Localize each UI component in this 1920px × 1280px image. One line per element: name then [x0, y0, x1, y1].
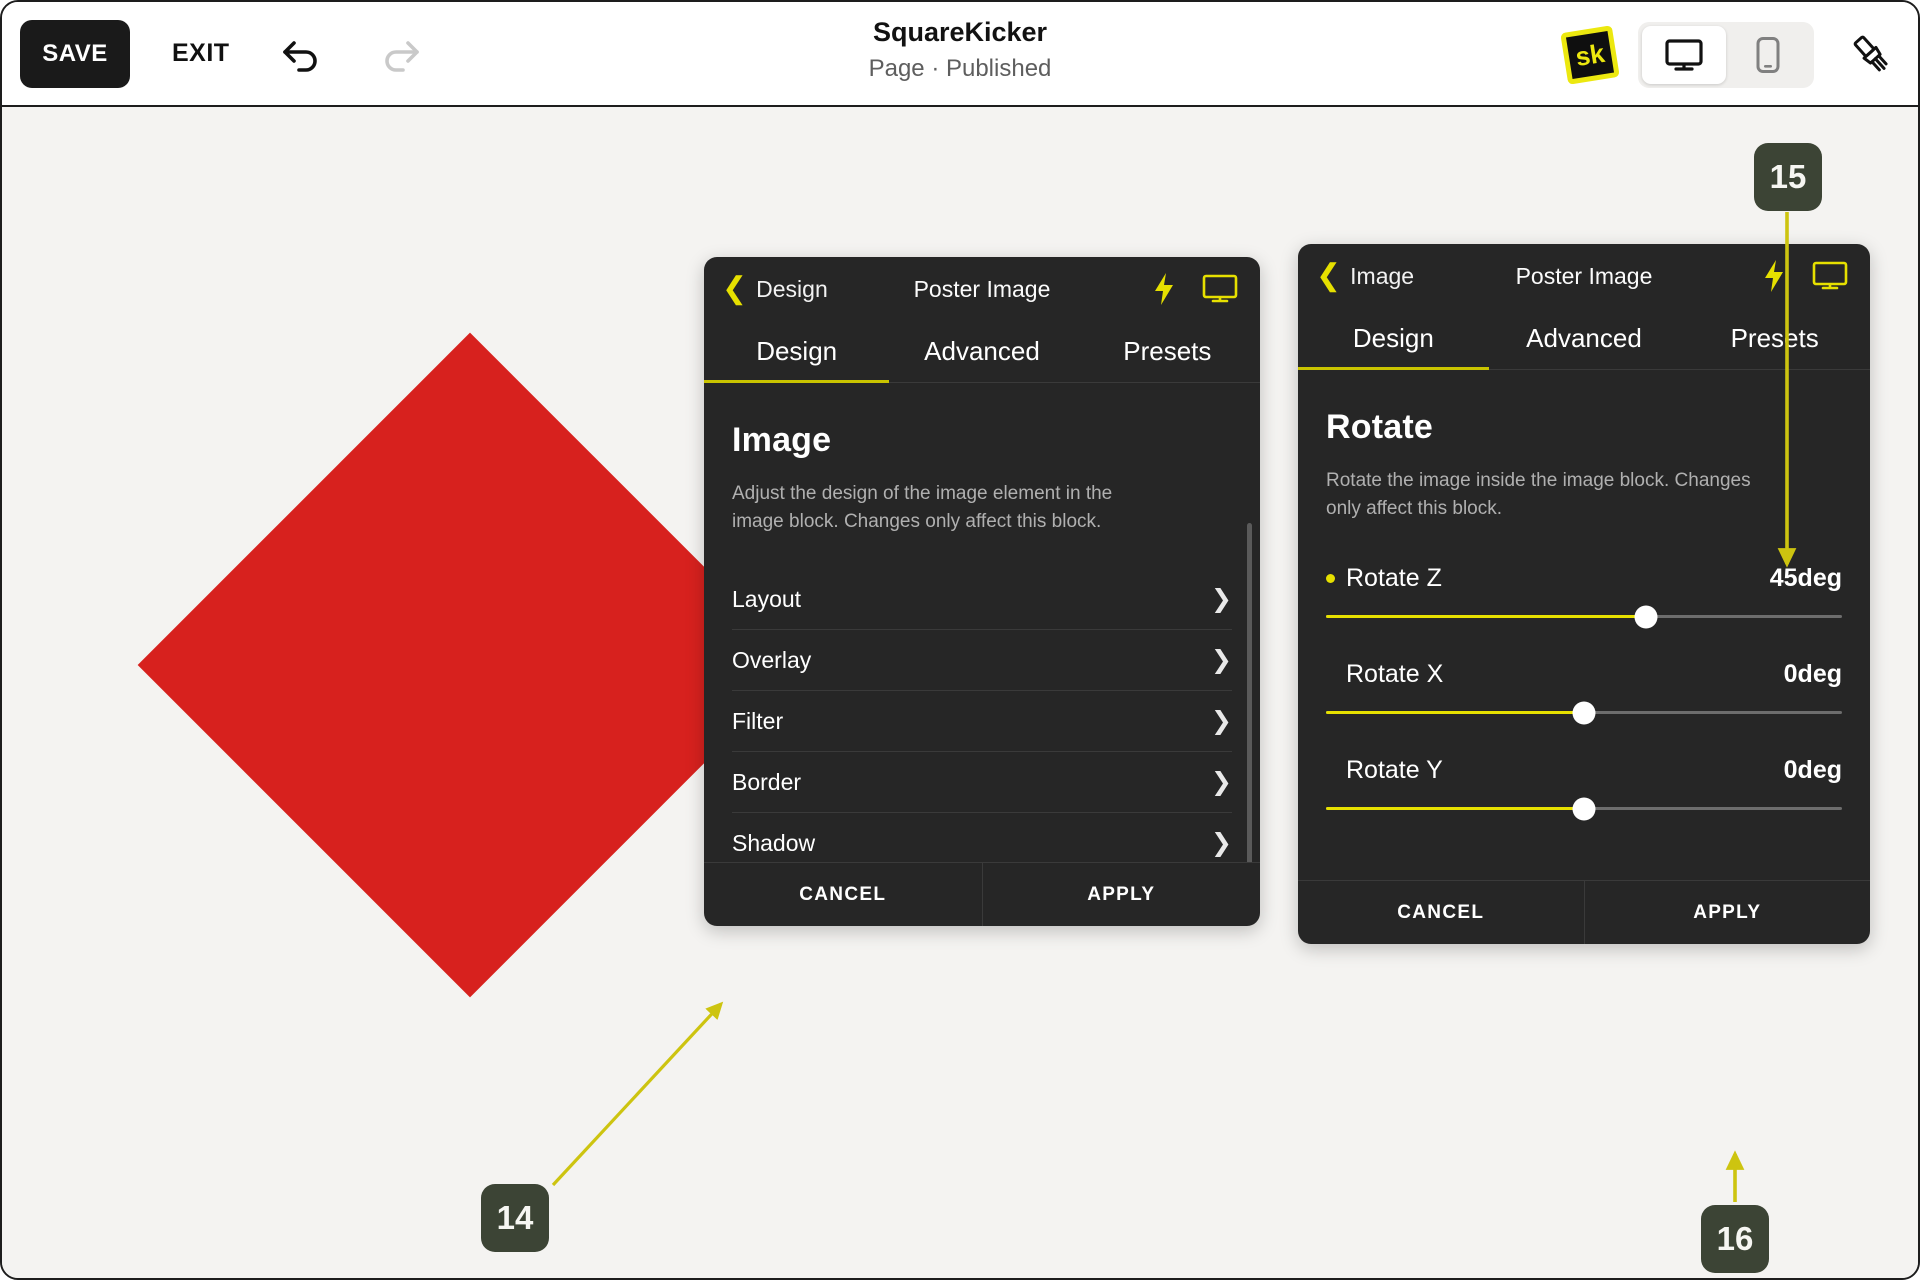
list-item-overlay[interactable]: Overlay ❯ [732, 630, 1232, 692]
toolbar-right-group: sk [1560, 2, 1902, 107]
chevron-right-icon: ❯ [1211, 768, 1232, 797]
slider-knob[interactable] [1572, 701, 1596, 725]
slider-fill [1326, 711, 1584, 715]
list-item-label: Shadow [732, 829, 816, 856]
annotation-badge-15: 15 [1754, 143, 1822, 211]
slider-track[interactable] [1326, 797, 1842, 821]
back-label: Image [1350, 262, 1415, 289]
mobile-phone-icon[interactable] [1726, 26, 1810, 84]
slider-fill [1326, 615, 1646, 619]
slider-rotate-z: Rotate Z 45deg [1326, 564, 1842, 629]
desktop-monitor-icon[interactable] [1642, 25, 1726, 84]
slider-track[interactable] [1326, 701, 1842, 725]
modified-dot-icon [1326, 574, 1335, 584]
back-label: Design [756, 275, 828, 302]
slider-header: Rotate Z 45deg [1326, 564, 1842, 593]
lightning-bolt-icon[interactable] [1762, 259, 1786, 293]
paintbrush-icon[interactable] [1842, 25, 1902, 85]
panel-footer: CANCEL APPLY [704, 862, 1260, 926]
tab-advanced[interactable]: Advanced [889, 321, 1074, 382]
device-preview-toggle[interactable] [1638, 21, 1814, 88]
panel-tabs: Design Advanced Presets [1298, 308, 1870, 370]
chevron-right-icon: ❯ [1211, 829, 1232, 858]
panel-tabs: Design Advanced Presets [704, 321, 1260, 383]
slider-track[interactable] [1326, 605, 1842, 629]
poster-image-diamond[interactable] [137, 332, 803, 998]
slider-label: Rotate Y [1346, 756, 1443, 785]
section-title: Image [732, 421, 832, 459]
squarekicker-logo-icon[interactable]: sk [1560, 24, 1620, 85]
cancel-button[interactable]: CANCEL [704, 863, 982, 926]
panel-body[interactable]: Image Adjust the design of the image ele… [704, 383, 1260, 862]
list-item-label: Overlay [732, 646, 812, 673]
slider-rotate-x: Rotate X 0deg [1326, 660, 1842, 725]
redo-arrow-icon[interactable] [374, 28, 426, 80]
back-to-image-button[interactable]: ❮ Image [1316, 261, 1414, 291]
panel-header-icons [1152, 272, 1238, 306]
exit-button[interactable]: EXIT [172, 39, 230, 68]
slider-value: 0deg [1783, 756, 1842, 785]
panel-scrollbar[interactable] [1247, 523, 1252, 862]
rotate-panel: ❮ Image Poster Image Design Advanced Pre… [1298, 244, 1870, 944]
tab-advanced[interactable]: Advanced [1489, 308, 1680, 369]
back-to-design-button[interactable]: ❮ Design [722, 274, 828, 304]
slider-header: Rotate Y 0deg [1326, 756, 1842, 785]
modified-dot-icon [1326, 766, 1335, 775]
slider-value: 0deg [1783, 660, 1842, 689]
annotation-badge-14: 14 [481, 1184, 549, 1252]
apply-button[interactable]: APPLY [1583, 881, 1871, 944]
annotation-badge-16: 16 [1701, 1205, 1769, 1273]
list-item-layout[interactable]: Layout ❯ [732, 569, 1232, 631]
chevron-left-icon: ❮ [722, 272, 748, 305]
modified-dot-icon [1326, 670, 1335, 679]
tab-presets[interactable]: Presets [1679, 308, 1870, 369]
desktop-monitor-icon[interactable] [1202, 274, 1238, 304]
section-description: Adjust the design of the image element i… [732, 483, 1113, 532]
chevron-right-icon: ❯ [1211, 707, 1232, 736]
list-item-shadow[interactable]: Shadow ❯ [732, 813, 1232, 862]
list-item-label: Filter [732, 707, 784, 734]
slider-label: Rotate Z [1346, 564, 1442, 593]
slider-value: 45deg [1769, 564, 1842, 593]
app-window: SAVE EXIT SquareKicker Page · Published … [0, 0, 1920, 1280]
list-item-filter[interactable]: Filter ❯ [732, 691, 1232, 753]
panel-header: ❮ Image Poster Image [1298, 244, 1870, 308]
tab-presets[interactable]: Presets [1075, 321, 1260, 382]
section-title: Rotate [1326, 408, 1433, 446]
slider-header: Rotate X 0deg [1326, 660, 1842, 689]
chevron-left-icon: ❮ [1316, 259, 1342, 292]
image-design-panel: ❮ Design Poster Image Design Advanced Pr… [704, 257, 1260, 926]
slider-label: Rotate X [1346, 660, 1444, 689]
section-description: Rotate the image inside the image block.… [1326, 470, 1751, 519]
panel-footer: CANCEL APPLY [1298, 880, 1870, 944]
list-item-label: Border [732, 768, 802, 795]
panel-header-icons [1762, 259, 1848, 293]
top-toolbar: SAVE EXIT SquareKicker Page · Published … [2, 2, 1918, 107]
list-item-border[interactable]: Border ❯ [732, 752, 1232, 814]
slider-rotate-y: Rotate Y 0deg [1326, 756, 1842, 821]
design-options-list: Layout ❯ Overlay ❯ Filter ❯ Border ❯ Sha… [732, 569, 1232, 862]
chevron-right-icon: ❯ [1211, 585, 1232, 614]
lightning-bolt-icon[interactable] [1152, 272, 1176, 306]
slider-fill [1326, 807, 1584, 811]
apply-button[interactable]: APPLY [981, 863, 1261, 926]
panel-body: Rotate Rotate the image inside the image… [1298, 370, 1870, 880]
tab-design[interactable]: Design [704, 321, 890, 383]
cancel-button[interactable]: CANCEL [1298, 881, 1584, 944]
panel-header: ❮ Design Poster Image [704, 257, 1260, 321]
list-item-label: Layout [732, 585, 802, 612]
logo-text: sk [1573, 36, 1607, 72]
chevron-right-icon: ❯ [1211, 646, 1232, 675]
undo-arrow-icon[interactable] [276, 28, 328, 80]
slider-knob[interactable] [1634, 605, 1658, 629]
tab-design[interactable]: Design [1298, 308, 1489, 370]
slider-knob[interactable] [1572, 797, 1596, 821]
desktop-monitor-icon[interactable] [1812, 261, 1848, 291]
save-button[interactable]: SAVE [20, 19, 130, 88]
